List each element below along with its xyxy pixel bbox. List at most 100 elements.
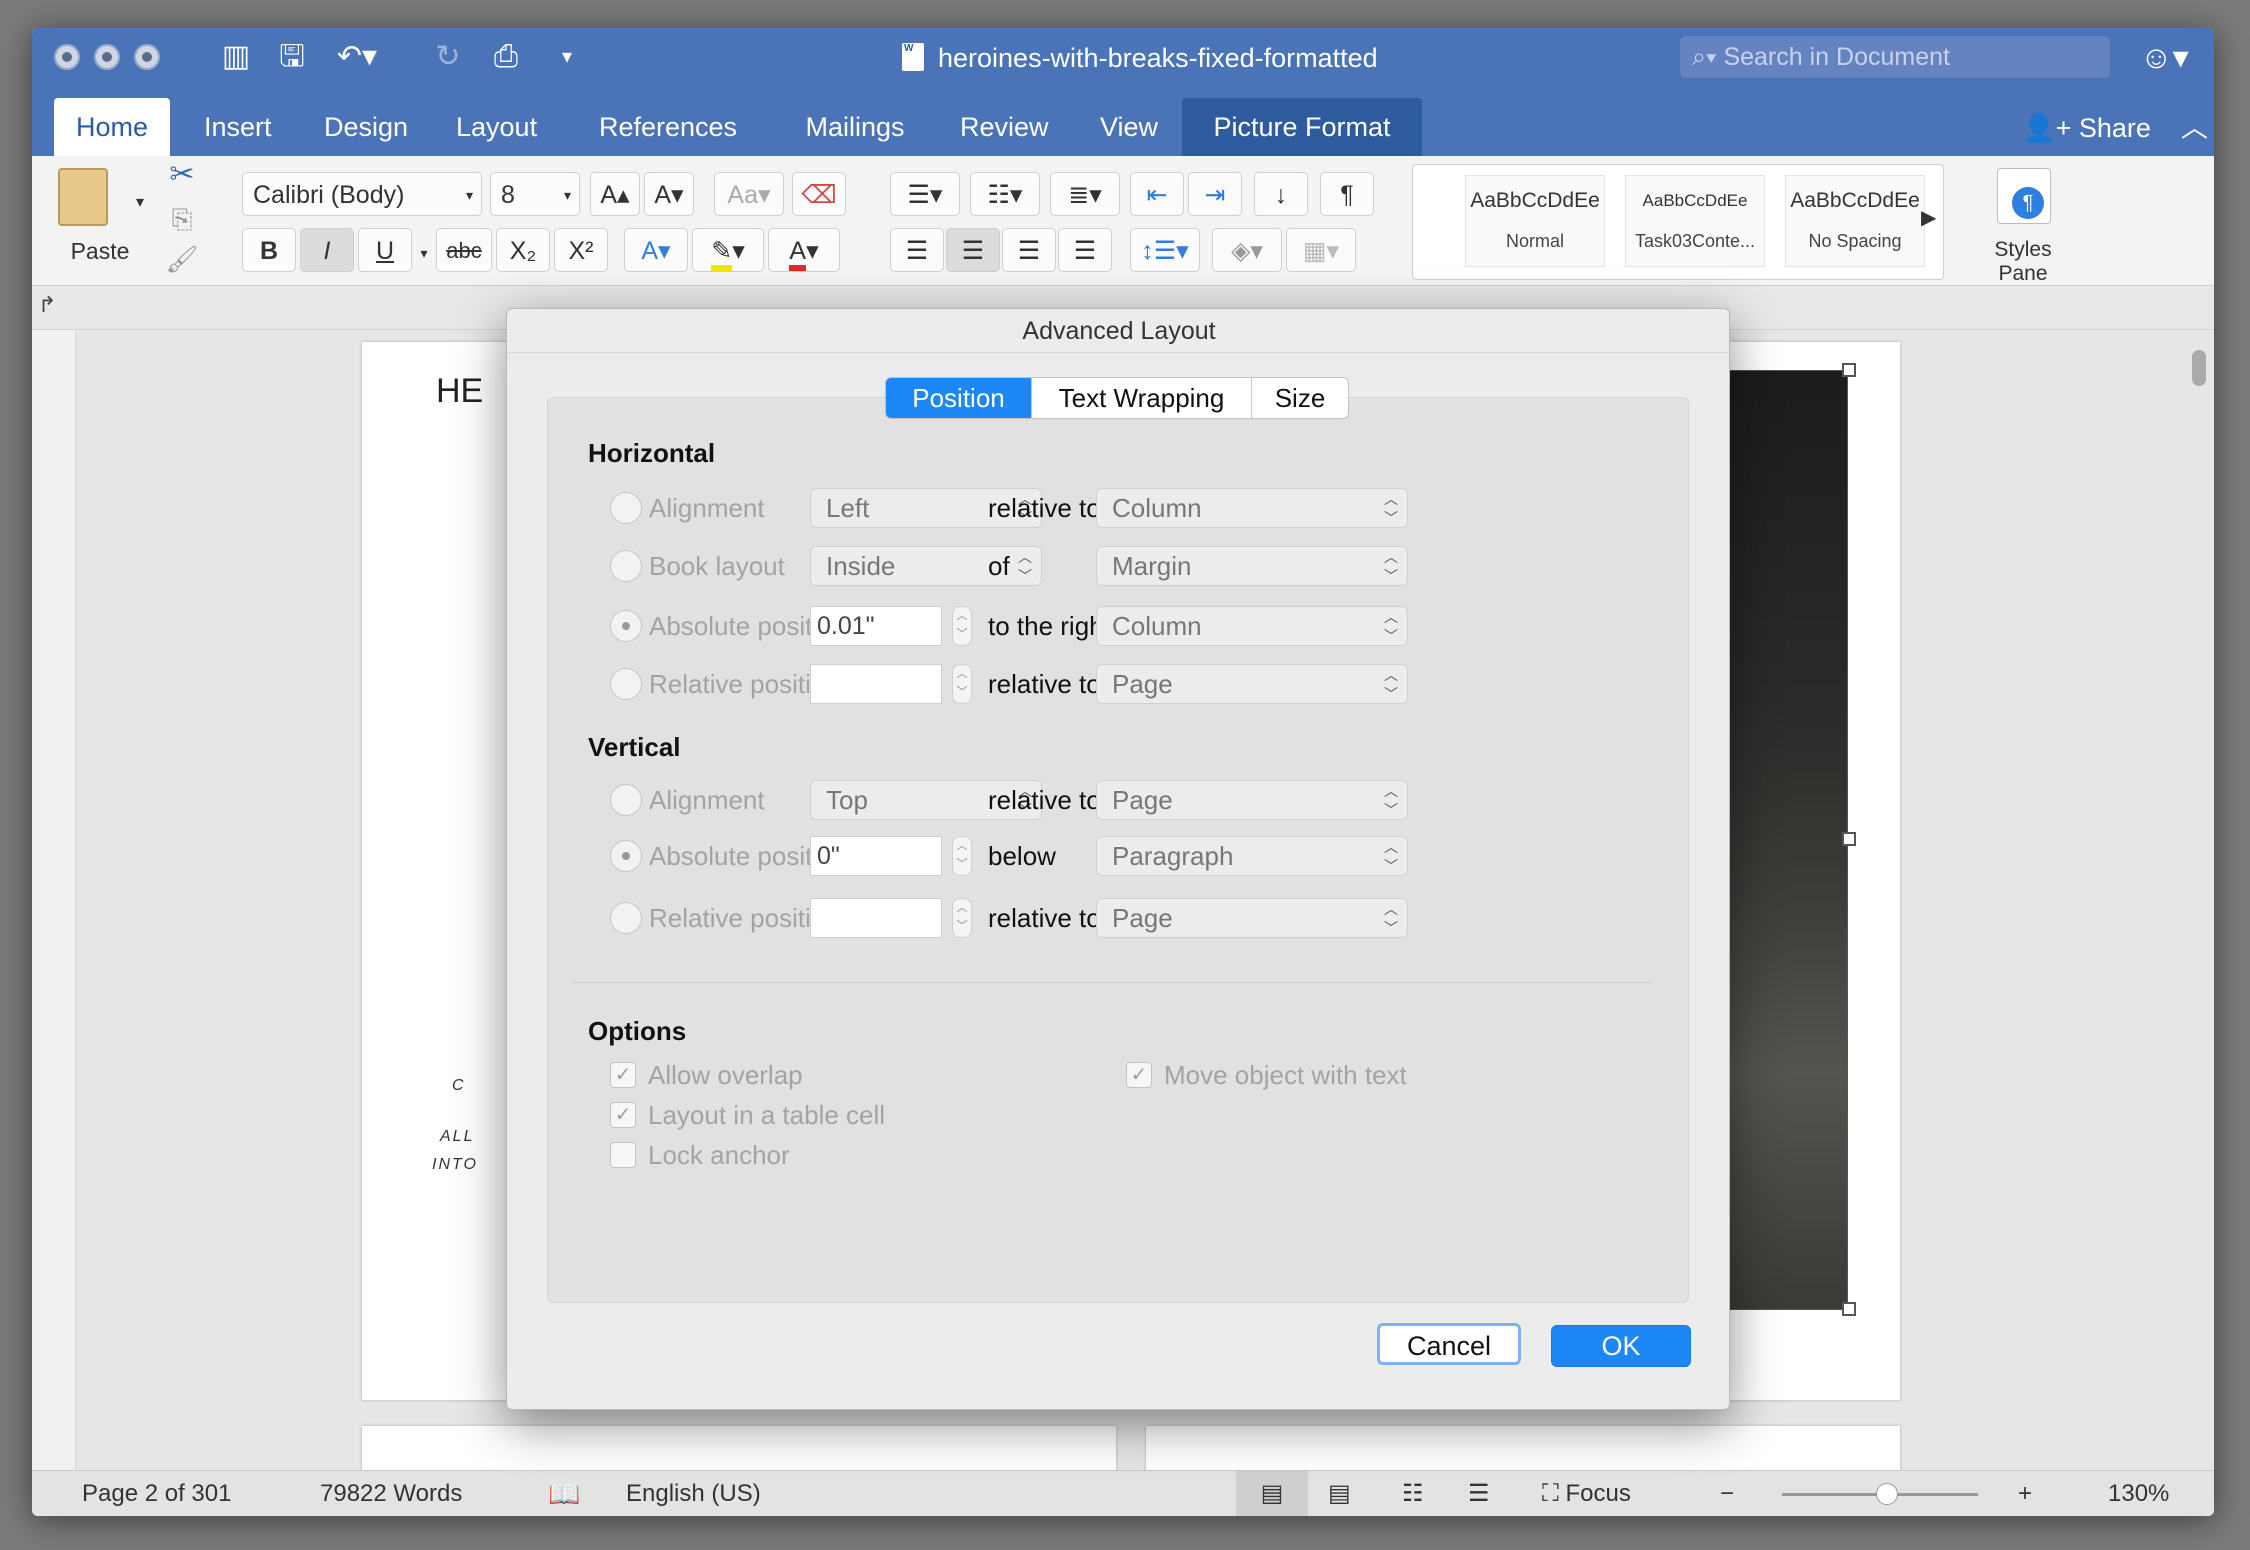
feedback-smiley-icon[interactable]: ☺▾ (2140, 36, 2189, 78)
font-color-button[interactable]: A▾ (768, 228, 840, 272)
paste-dropdown-icon[interactable]: ▾ (130, 190, 150, 216)
increase-indent-button[interactable]: ⇥ (1188, 172, 1242, 216)
strikethrough-button[interactable]: abc (436, 228, 492, 272)
move-with-text-checkbox[interactable]: ✓ (1126, 1062, 1152, 1088)
h-absolute-position-radio[interactable] (610, 610, 642, 642)
multilevel-list-button[interactable]: ≣▾ (1050, 172, 1120, 216)
h-relative-position-stepper[interactable]: ︿ ﹀ (952, 664, 972, 704)
close-window-button[interactable] (54, 44, 80, 70)
zoom-window-button[interactable] (134, 44, 160, 70)
search-in-document-field[interactable]: ⌕▾ Search in Document (1680, 36, 2110, 78)
h-book-layout-radio[interactable] (610, 550, 642, 582)
v-alignment-radio[interactable] (610, 784, 642, 816)
h-relative-position-field[interactable] (810, 664, 942, 704)
sidebar-icon[interactable]: ▥ (216, 38, 256, 76)
tab-position[interactable]: Position (886, 378, 1032, 418)
show-formatting-marks-button[interactable]: ¶ (1320, 172, 1374, 216)
v-absolute-position-radio[interactable] (610, 840, 642, 872)
proofing-icon[interactable]: 📖 (548, 1471, 580, 1516)
align-left-button[interactable]: ☰ (890, 228, 944, 272)
minimize-window-button[interactable] (94, 44, 120, 70)
tab-view[interactable]: View (1078, 98, 1180, 156)
sort-button[interactable]: ↓ (1254, 172, 1308, 216)
zoom-out-button[interactable]: − (1720, 1471, 1734, 1516)
tab-mailings[interactable]: Mailings (780, 98, 930, 156)
copy-icon[interactable]: ⎘ (162, 206, 202, 232)
zoom-in-button[interactable]: + (2018, 1471, 2032, 1516)
line-spacing-button[interactable]: ↕☰▾ (1130, 228, 1200, 272)
paste-icon[interactable] (58, 168, 108, 226)
tab-picture-format[interactable]: Picture Format (1182, 98, 1422, 156)
cut-icon[interactable]: ✂ (162, 160, 202, 190)
resize-handle[interactable] (1842, 1302, 1856, 1316)
lock-anchor-checkbox[interactable] (610, 1142, 636, 1168)
layout-in-table-cell-checkbox[interactable]: ✓ (610, 1102, 636, 1128)
save-icon[interactable]: 🖫 (272, 38, 312, 76)
tab-size[interactable]: Size (1252, 378, 1348, 418)
print-layout-view-icon[interactable]: ▤ (1236, 1471, 1308, 1516)
h-alignment-target-select[interactable]: Column ︿ ﹀ (1096, 488, 1408, 528)
tab-home[interactable]: Home (54, 98, 170, 156)
v-absolute-position-stepper[interactable]: ︿ ﹀ (952, 836, 972, 876)
vertical-scrollbar[interactable] (2192, 350, 2206, 386)
v-alignment-target-select[interactable]: Page ︿ ﹀ (1096, 780, 1408, 820)
underline-button[interactable]: U (358, 228, 412, 272)
h-relative-position-target-select[interactable]: Page ︿ ﹀ (1096, 664, 1408, 704)
v-relative-position-target-select[interactable]: Page ︿ ﹀ (1096, 898, 1408, 938)
text-effects-button[interactable]: A▾ (624, 228, 688, 272)
v-relative-position-radio[interactable] (610, 902, 642, 934)
zoom-slider-thumb[interactable] (1876, 1483, 1898, 1505)
style-normal[interactable]: AaBbCcDdEe Normal (1465, 175, 1605, 267)
share-button[interactable]: 👤+ Share ︿ (2022, 106, 2208, 150)
italic-button[interactable]: I (300, 228, 354, 272)
h-relative-position-radio[interactable] (610, 668, 642, 700)
redo-icon[interactable]: ↻ (428, 38, 468, 76)
decrease-font-size-button[interactable]: A▾ (644, 172, 694, 216)
print-icon[interactable]: ⎙ (484, 38, 528, 76)
draft-view-icon[interactable]: ☰ (1468, 1471, 1490, 1516)
justify-button[interactable]: ☰ (1058, 228, 1112, 272)
align-center-button[interactable]: ☰ (946, 228, 1000, 272)
focus-mode-button[interactable]: ⛶ Focus (1542, 1471, 1631, 1516)
increase-font-size-button[interactable]: A▴ (590, 172, 640, 216)
tab-selector-icon[interactable]: ↱ (38, 292, 56, 318)
font-size-combo[interactable]: 8 ▾ (490, 172, 580, 216)
superscript-button[interactable]: X² (554, 228, 608, 272)
v-absolute-position-target-select[interactable]: Paragraph ︿ ﹀ (1096, 836, 1408, 876)
tab-insert[interactable]: Insert (182, 98, 292, 156)
h-absolute-position-stepper[interactable]: ︿ ﹀ (952, 606, 972, 646)
h-absolute-position-target-select[interactable]: Column ︿ ﹀ (1096, 606, 1408, 646)
h-alignment-radio[interactable] (610, 492, 642, 524)
v-relative-position-stepper[interactable]: ︿ ﹀ (952, 898, 972, 938)
decrease-indent-button[interactable]: ⇤ (1130, 172, 1184, 216)
vertical-ruler[interactable] (32, 330, 76, 1470)
font-name-combo[interactable]: Calibri (Body) ▾ (242, 172, 482, 216)
bullets-button[interactable]: ☰▾ (890, 172, 960, 216)
format-painter-icon[interactable]: 🖌 (162, 246, 202, 272)
tab-layout[interactable]: Layout (434, 98, 556, 156)
underline-dropdown-icon[interactable]: ▾ (416, 240, 432, 266)
styles-next-arrow-icon[interactable]: ▶ (1921, 205, 1936, 230)
undo-icon[interactable]: ↶▾ (332, 38, 382, 76)
zoom-level[interactable]: 130% (2108, 1471, 2169, 1516)
clear-formatting-icon[interactable]: ⌫ (792, 172, 846, 216)
v-absolute-position-field[interactable]: 0" (810, 836, 942, 876)
page-count[interactable]: Page 2 of 301 (82, 1471, 231, 1516)
bold-button[interactable]: B (242, 228, 296, 272)
style-no-spacing[interactable]: AaBbCcDdEe No Spacing (1785, 175, 1925, 267)
collapse-ribbon-icon[interactable]: ︿ (2181, 113, 2208, 143)
h-book-layout-target-select[interactable]: Margin ︿ ﹀ (1096, 546, 1408, 586)
resize-handle[interactable] (1842, 363, 1856, 377)
word-count[interactable]: 79822 Words (320, 1471, 462, 1516)
align-right-button[interactable]: ☰ (1002, 228, 1056, 272)
web-layout-view-icon[interactable]: ▤ (1328, 1471, 1351, 1516)
customize-toolbar-icon[interactable]: ▾ (552, 38, 582, 76)
tab-review[interactable]: Review (938, 98, 1070, 156)
ok-button[interactable]: OK (1551, 1325, 1691, 1367)
language-indicator[interactable]: English (US) (626, 1471, 761, 1516)
allow-overlap-checkbox[interactable]: ✓ (610, 1062, 636, 1088)
subscript-button[interactable]: X₂ (496, 228, 550, 272)
numbering-button[interactable]: ☷▾ (970, 172, 1040, 216)
tab-design[interactable]: Design (302, 98, 424, 156)
h-absolute-position-field[interactable]: 0.01" (810, 606, 942, 646)
